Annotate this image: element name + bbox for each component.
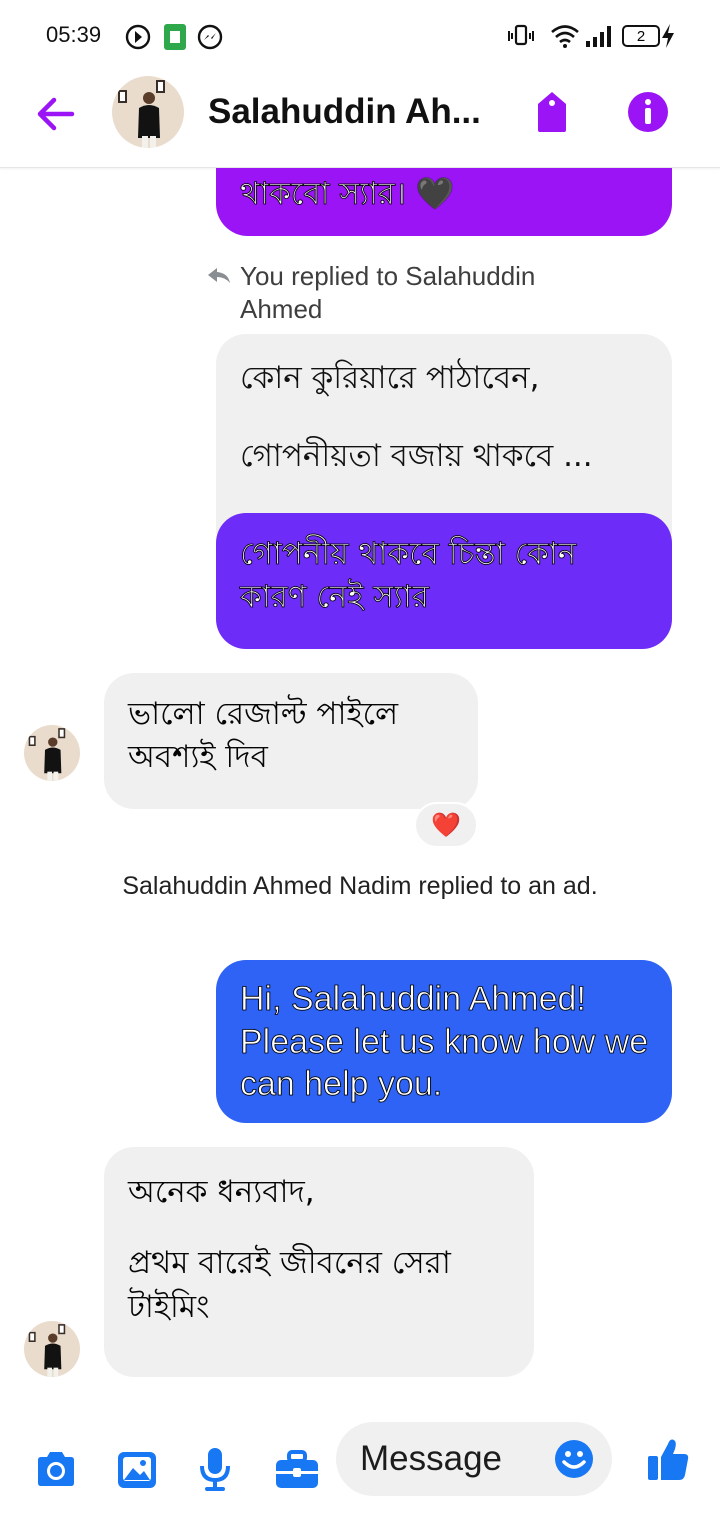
outgoing-message[interactable]: Hi, Salahuddin Ahmed! Please let us know…: [216, 960, 672, 1123]
message-input[interactable]: Message: [336, 1422, 612, 1496]
message-text: গোপনীয় থাকবে চিন্তা কোন কারণ নেই স্যার: [240, 536, 577, 616]
status-bar: 05:39 2: [0, 0, 720, 70]
signal-icon: [586, 26, 611, 47]
briefcase-icon[interactable]: [274, 1450, 320, 1490]
camera-icon[interactable]: [34, 1450, 78, 1488]
incoming-message[interactable]: ভালো রেজাল্ট পাইলে অবশ্যই দিব: [104, 673, 478, 809]
conversation-header: Salahuddin Ah...: [0, 70, 720, 168]
contact-avatar-small[interactable]: [24, 1321, 80, 1377]
back-arrow-icon[interactable]: [32, 92, 80, 136]
vibrate-icon: [508, 24, 534, 46]
charging-icon: [662, 24, 674, 48]
message-composer: Message: [0, 1410, 720, 1530]
quoted-message[interactable]: কোন কুরিয়ারে পাঠাবেন, গোপনীয়তা বজায় থ…: [216, 334, 672, 534]
message-placeholder: Message: [360, 1439, 503, 1478]
sim-app-icon: [164, 24, 186, 50]
reaction-emoji: ❤️: [431, 811, 461, 839]
emoji-icon[interactable]: [554, 1439, 594, 1479]
gallery-icon[interactable]: [116, 1450, 158, 1490]
quoted-line-1: কোন কুরিয়ারে পাঠাবেন,: [240, 360, 540, 396]
thumbs-up-icon[interactable]: [646, 1436, 690, 1482]
battery-level: 2: [636, 27, 646, 45]
reply-note: You replied to Salahuddin Ahmed: [240, 261, 536, 324]
heart-reaction[interactable]: ❤️: [414, 802, 478, 848]
data-saver-icon: [125, 24, 151, 50]
outgoing-message[interactable]: থাকবো স্যার। 🖤: [216, 168, 672, 236]
reply-arrow-icon: [208, 268, 230, 283]
wifi-icon: [551, 25, 579, 48]
contact-name[interactable]: Salahuddin Ah...: [208, 92, 498, 132]
messenger-chat-screen: 05:39 2 Salahuddin Ah... থাকবো স্যার। 🖤 …: [0, 0, 720, 1530]
message-line-2: প্রথম বারেই জীবনের সেরা টাইমিং: [128, 1245, 451, 1325]
info-icon[interactable]: [626, 90, 670, 134]
status-time: 05:39: [46, 22, 102, 47]
outgoing-message[interactable]: গোপনীয় থাকবে চিন্তা কোন কারণ নেই স্যার: [216, 513, 672, 649]
message-text: ভালো রেজাল্ট পাইলে অবশ্যই দিব: [128, 696, 399, 776]
contact-avatar[interactable]: [112, 76, 184, 148]
message-line-1: অনেক ধন্যবাদ,: [128, 1174, 315, 1210]
message-text: Hi, Salahuddin Ahmed! Please let us know…: [240, 980, 649, 1104]
contact-avatar-small[interactable]: [24, 725, 80, 781]
message-text: থাকবো স্যার। 🖤: [240, 176, 455, 213]
message-list[interactable]: থাকবো স্যার। 🖤 You replied to Salahuddin…: [0, 168, 720, 1410]
messenger-notification-icon: [197, 24, 223, 50]
battery-icon: 2: [622, 25, 660, 47]
quoted-line-2: গোপনীয়তা বজায় থাকবে ...: [240, 438, 593, 475]
ad-reply-notice: Salahuddin Ahmed Nadim replied to an ad.: [122, 872, 598, 900]
tag-icon[interactable]: [532, 90, 572, 134]
incoming-message[interactable]: অনেক ধন্যবাদ, প্রথম বারেই জীবনের সেরা টা…: [104, 1147, 534, 1377]
microphone-icon[interactable]: [198, 1446, 232, 1492]
